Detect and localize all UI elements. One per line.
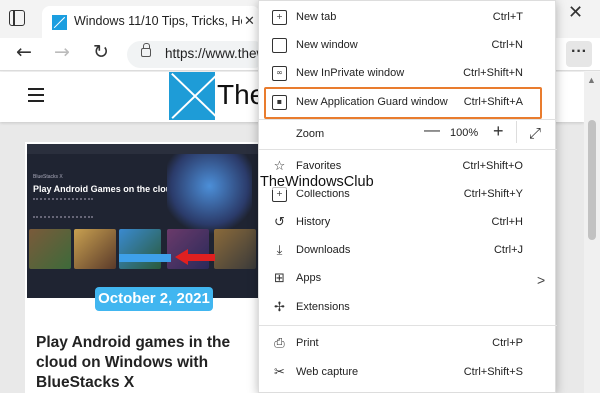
zoom-divider — [516, 121, 517, 143]
address-bar[interactable]: https://www.thew — [127, 41, 267, 68]
web-capture-icon: ✂ — [274, 365, 285, 380]
page-scrollbar[interactable]: ▲ — [584, 72, 600, 393]
tab-title: Windows 11/10 Tips, Tricks, Help — [74, 14, 242, 28]
menu-item-extensions[interactable]: ✢ Extensions — [259, 294, 557, 322]
tab-actions-icon[interactable] — [9, 10, 25, 26]
tab-close-icon[interactable]: ✕ — [244, 13, 255, 29]
window-close-icon[interactable]: ✕ — [568, 2, 583, 23]
menu-item-label: New tab — [296, 11, 337, 23]
menu-item-shortcut: Ctrl+Shift+S — [463, 366, 523, 378]
menu-item-print[interactable]: ⎙ Print Ctrl+P — [259, 330, 557, 358]
menu-item-shortcut: Ctrl+T — [492, 11, 523, 23]
url-text[interactable]: https://www.thew — [165, 46, 266, 61]
menu-item-label: Favorites — [296, 160, 342, 172]
history-icon: ↺ — [274, 215, 285, 230]
thumbnail-play-button — [119, 254, 171, 262]
browser-tab[interactable]: Windows 11/10 Tips, Tricks, Help ✕ — [42, 6, 260, 38]
highlight-box — [264, 87, 542, 119]
menu-item-new-tab[interactable]: + New tab Ctrl+T — [259, 4, 557, 32]
menu-item-label: Downloads — [296, 244, 351, 256]
menu-item-label: New window — [296, 39, 358, 51]
downloads-icon: ⤓ — [276, 243, 283, 258]
menu-item-label: New InPrivate window — [296, 67, 405, 79]
settings-more-icon[interactable]: ··· — [566, 41, 592, 67]
menu-item-downloads[interactable]: ⤓ Downloads Ctrl+J — [259, 237, 557, 265]
thumbnail-subtitle: BlueStacks X — [33, 174, 63, 180]
menu-item-label: Extensions — [296, 301, 350, 313]
menu-separator — [259, 325, 557, 326]
game-tile — [29, 229, 71, 269]
back-arrow-icon[interactable]: ← — [16, 41, 32, 63]
thumbnail-titlebar — [27, 144, 258, 154]
game-tile — [214, 229, 256, 269]
print-icon: ⎙ — [274, 336, 285, 351]
zoom-in-button[interactable]: + — [493, 121, 504, 142]
new-tab-icon: + — [272, 10, 287, 25]
menu-item-shortcut: Ctrl+P — [492, 337, 523, 349]
lock-icon[interactable] — [141, 43, 151, 57]
extensions-icon: ✢ — [274, 300, 285, 315]
menu-item-new-inprivate-window[interactable]: ∞ New InPrivate window Ctrl+Shift+N — [259, 60, 557, 88]
settings-menu: + New tab Ctrl+T New window Ctrl+N ∞ New… — [258, 0, 557, 393]
thumbnail-text-lines — [33, 198, 93, 218]
article-title[interactable]: Play Android games in the cloud on Windo… — [36, 333, 251, 393]
article-card[interactable]: BlueStacks X Play Android Games on the c… — [25, 142, 261, 393]
new-window-icon — [272, 38, 287, 53]
reload-icon[interactable]: ↻ — [93, 41, 109, 63]
menu-item-history[interactable]: ↺ History Ctrl+H — [259, 209, 557, 237]
menu-item-new-window[interactable]: New window Ctrl+N — [259, 32, 557, 60]
menu-item-label: Apps — [296, 272, 322, 284]
fullscreen-icon[interactable]: ⤢ — [529, 124, 541, 142]
article-thumbnail[interactable]: BlueStacks X Play Android Games on the c… — [27, 144, 258, 298]
menu-item-shortcut: Ctrl+H — [491, 216, 523, 228]
tooltip: TheWindowsClub — [260, 174, 374, 190]
thumbnail-cloud-art — [167, 154, 252, 234]
favorites-icon: ☆ — [273, 159, 286, 174]
scroll-up-arrow-icon[interactable]: ▲ — [587, 75, 596, 85]
menu-item-shortcut: Ctrl+Shift+Y — [463, 188, 523, 200]
game-tile — [119, 229, 161, 269]
menu-item-shortcut: Ctrl+Shift+N — [463, 67, 523, 79]
menu-item-shortcut: Ctrl+Shift+O — [462, 160, 523, 172]
windows-logo-icon — [52, 15, 67, 30]
menu-item-apps[interactable]: ⊞ Apps — [259, 265, 557, 293]
thumbnail-heading: Play Android Games on the cloud — [33, 184, 177, 194]
zoom-level: 100% — [450, 127, 479, 139]
forward-arrow-icon[interactable]: → — [54, 41, 70, 63]
menu-item-label: Print — [296, 337, 319, 349]
menu-item-label: History — [296, 216, 331, 228]
menu-item-zoom: Zoom — [259, 120, 557, 149]
menu-item-label: Web capture — [296, 366, 359, 378]
scroll-thumb[interactable] — [588, 120, 596, 240]
menu-item-web-capture[interactable]: ✂ Web capture Ctrl+Shift+S — [259, 359, 557, 387]
hamburger-menu-icon[interactable] — [28, 88, 44, 102]
inprivate-icon: ∞ — [272, 66, 287, 81]
menu-item-shortcut: Ctrl+J — [493, 244, 523, 256]
date-badge: October 2, 2021 — [95, 287, 213, 311]
red-arrow-icon — [175, 249, 215, 265]
menu-item-shortcut: Ctrl+N — [491, 39, 523, 51]
chevron-right-icon: > — [537, 272, 546, 288]
apps-icon: ⊞ — [274, 271, 285, 286]
game-tile — [74, 229, 116, 269]
zoom-out-button[interactable]: — — [424, 122, 440, 140]
zoom-label: Zoom — [296, 128, 325, 140]
site-logo[interactable] — [169, 72, 215, 120]
menu-separator — [259, 149, 557, 150]
